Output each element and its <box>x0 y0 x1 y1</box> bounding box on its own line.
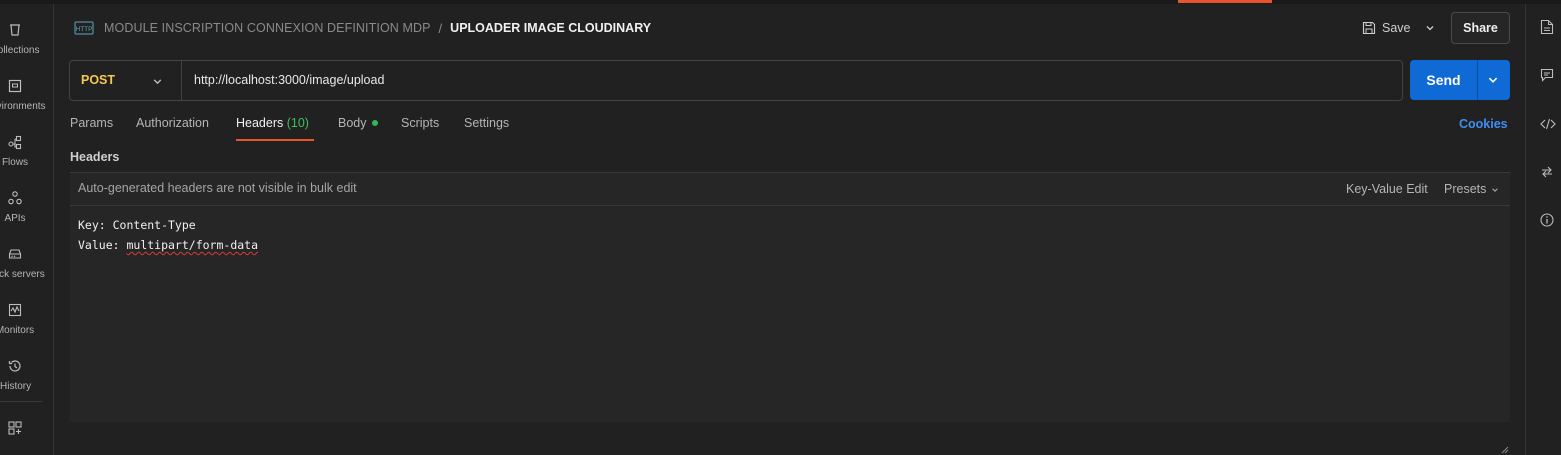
sidebar-item-label: Flows <box>1 157 29 168</box>
sidebar-item-label: Monitors <box>0 325 35 336</box>
bulk-editor-toolbar: Auto-generated headers are not visible i… <box>70 173 1510 206</box>
bulk-edit-note: Auto-generated headers are not visible i… <box>78 181 357 195</box>
tab-headers-count: (10) <box>286 116 309 130</box>
sidebar-item-history[interactable]: History <box>0 348 53 398</box>
info-icon[interactable] <box>1540 213 1554 227</box>
url-input[interactable]: http://localhost:3000/image/upload <box>194 73 384 87</box>
tab-body-label: Body <box>338 116 367 130</box>
bulk-line-key: Key: Content-Type <box>78 218 196 232</box>
collections-icon <box>10 24 20 36</box>
sidebar-item-label: History <box>0 381 32 392</box>
right-sidebar <box>1525 4 1561 455</box>
related-requests-icon[interactable] <box>1540 165 1554 179</box>
sidebar-item-collections[interactable]: Collections <box>0 12 53 62</box>
tab-body[interactable]: Body <box>338 116 378 140</box>
save-label: Save <box>1382 21 1411 35</box>
method-select[interactable]: POST <box>70 61 182 100</box>
chevron-down-icon <box>1492 188 1498 192</box>
tab-headers[interactable]: Headers (10) <box>236 116 309 140</box>
left-sidebar: Collections Environments Flows APIs Mock… <box>0 4 54 455</box>
cookies-link[interactable]: Cookies <box>1459 117 1508 131</box>
sidebar-divider <box>0 401 42 402</box>
history-icon <box>8 360 21 372</box>
sidebar-add-workspace[interactable] <box>0 410 53 450</box>
sidebar-item-label: APIs <box>4 213 26 224</box>
tab-headers-label: Headers <box>236 116 284 130</box>
svg-text:HTTP: HTTP <box>76 26 93 33</box>
section-title: Headers <box>70 150 120 164</box>
tab-settings[interactable]: Settings <box>464 116 509 140</box>
bulk-edit-textarea[interactable]: Key: Content-Type Value: multipart/form-… <box>70 207 1510 454</box>
chevron-down-icon <box>153 79 162 85</box>
breadcrumb: HTTP MODULE INSCRIPTION CONNEXION DEFINI… <box>74 18 651 38</box>
bulk-line-value: Value: multipart/form-data <box>78 238 258 252</box>
sidebar-item-label: Mock servers <box>0 269 45 280</box>
share-button[interactable]: Share <box>1451 12 1510 44</box>
body-status-dot <box>371 120 378 126</box>
active-tab-underline <box>236 139 314 141</box>
save-button[interactable]: Save <box>1362 18 1435 38</box>
value-prefix: Value: <box>78 238 127 252</box>
flows-icon <box>8 135 22 150</box>
chevron-down-icon[interactable] <box>1487 74 1499 86</box>
documentation-icon[interactable] <box>1540 19 1554 35</box>
header-key: Content-Type <box>112 218 196 232</box>
send-button[interactable]: Send <box>1410 60 1510 100</box>
mock-servers-icon <box>8 249 22 259</box>
resize-grip-icon[interactable] <box>1501 446 1509 454</box>
presets-dropdown[interactable]: Presets <box>1444 182 1486 196</box>
breadcrumb-collection[interactable]: MODULE INSCRIPTION CONNEXION DEFINITION … <box>104 21 431 35</box>
apis-icon <box>8 191 22 205</box>
active-tab-accent <box>1178 0 1272 3</box>
monitors-icon <box>8 303 22 317</box>
sidebar-item-environments[interactable]: Environments <box>0 68 53 118</box>
sidebar-item-monitors[interactable]: Monitors <box>0 292 53 342</box>
save-icon <box>1362 21 1376 35</box>
header-value: multipart/form-data <box>126 238 259 252</box>
comments-icon[interactable] <box>1540 68 1554 82</box>
headers-bulk-editor: Auto-generated headers are not visible i… <box>70 172 1510 454</box>
sidebar-item-flows[interactable]: Flows <box>0 124 53 174</box>
key-value-edit-button[interactable]: Key-Value Edit <box>1346 182 1428 196</box>
sidebar-item-apis[interactable]: APIs <box>0 180 53 230</box>
tab-authorization[interactable]: Authorization <box>136 116 209 140</box>
tab-scripts[interactable]: Scripts <box>401 116 439 140</box>
http-icon: HTTP <box>74 21 94 35</box>
request-name[interactable]: UPLOADER IMAGE CLOUDINARY <box>450 21 651 35</box>
sidebar-item-label: Environments <box>0 101 46 112</box>
tab-params[interactable]: Params <box>70 116 113 140</box>
sidebar-item-mock-servers[interactable]: Mock servers <box>0 236 53 286</box>
environments-icon <box>8 79 22 93</box>
key-prefix: Key: <box>78 218 113 232</box>
send-label: Send <box>1426 72 1461 88</box>
method-label: POST <box>81 73 116 87</box>
add-workspace-icon <box>8 421 22 435</box>
url-bar: POST http://localhost:3000/image/upload <box>69 60 1403 101</box>
title-strip <box>0 0 1561 4</box>
sidebar-item-label: Collections <box>0 45 40 56</box>
code-icon[interactable] <box>1540 117 1556 131</box>
breadcrumb-separator: / <box>438 20 443 36</box>
send-divider <box>1477 60 1478 100</box>
chevron-down-icon[interactable] <box>1425 23 1435 33</box>
